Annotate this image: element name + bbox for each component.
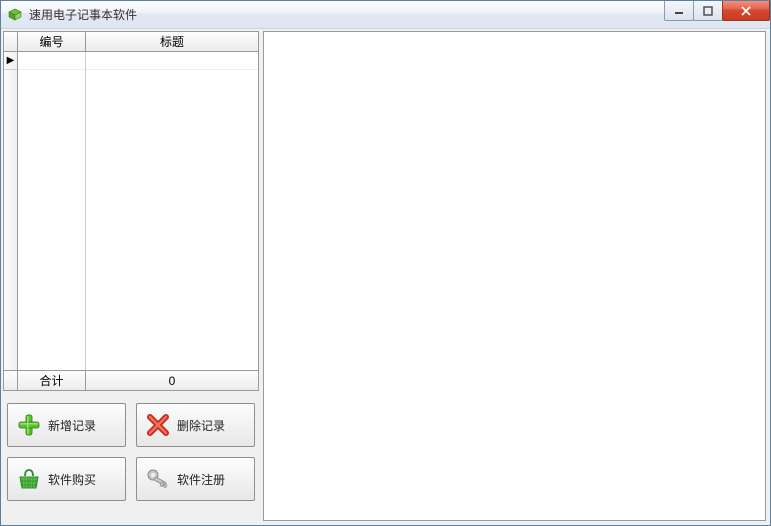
basket-icon: [16, 466, 42, 492]
buy-software-button[interactable]: 软件购买: [7, 457, 126, 501]
button-label: 软件注册: [177, 471, 225, 488]
add-record-button[interactable]: 新增记录: [7, 403, 126, 447]
window-title: 速用电子记事本软件: [29, 6, 137, 23]
window-controls: [665, 1, 770, 21]
titlebar[interactable]: 速用电子记事本软件: [1, 1, 770, 29]
button-label: 新增记录: [48, 417, 96, 434]
app-window: 速用电子记事本软件 编号 标题: [0, 0, 771, 526]
action-buttons: 新增记录 删除记录: [3, 403, 259, 501]
footer-total-value: 0: [86, 371, 258, 390]
table-cell[interactable]: [86, 52, 258, 70]
app-icon: [7, 7, 23, 23]
table-cell[interactable]: [18, 52, 85, 70]
key-icon: [145, 466, 171, 492]
maximize-button[interactable]: [693, 1, 723, 21]
register-software-button[interactable]: 软件注册: [136, 457, 255, 501]
table-footer: 合计 0: [4, 370, 258, 390]
button-label: 删除记录: [177, 417, 225, 434]
row-header-column: ▶: [4, 52, 18, 370]
data-column-title: [86, 52, 258, 370]
footer-row-selector: [4, 371, 18, 390]
cross-icon: [145, 412, 171, 438]
minimize-button[interactable]: [664, 1, 694, 21]
close-button[interactable]: [722, 1, 770, 21]
table-body[interactable]: ▶: [4, 52, 258, 370]
data-columns: [18, 52, 258, 370]
column-header-title[interactable]: 标题: [86, 32, 258, 51]
current-row-indicator-icon: ▶: [4, 52, 17, 70]
row-selector-header: [4, 32, 18, 51]
delete-record-button[interactable]: 删除记录: [136, 403, 255, 447]
data-column-id: [18, 52, 86, 370]
button-label: 软件购买: [48, 471, 96, 488]
content-area[interactable]: [263, 31, 766, 521]
plus-icon: [16, 412, 42, 438]
records-table[interactable]: 编号 标题 ▶: [3, 31, 259, 391]
column-header-id[interactable]: 编号: [18, 32, 86, 51]
table-header: 编号 标题: [4, 32, 258, 52]
client-area: 编号 标题 ▶: [1, 29, 770, 525]
left-pane: 编号 标题 ▶: [3, 31, 259, 523]
footer-total-label: 合计: [18, 371, 86, 390]
